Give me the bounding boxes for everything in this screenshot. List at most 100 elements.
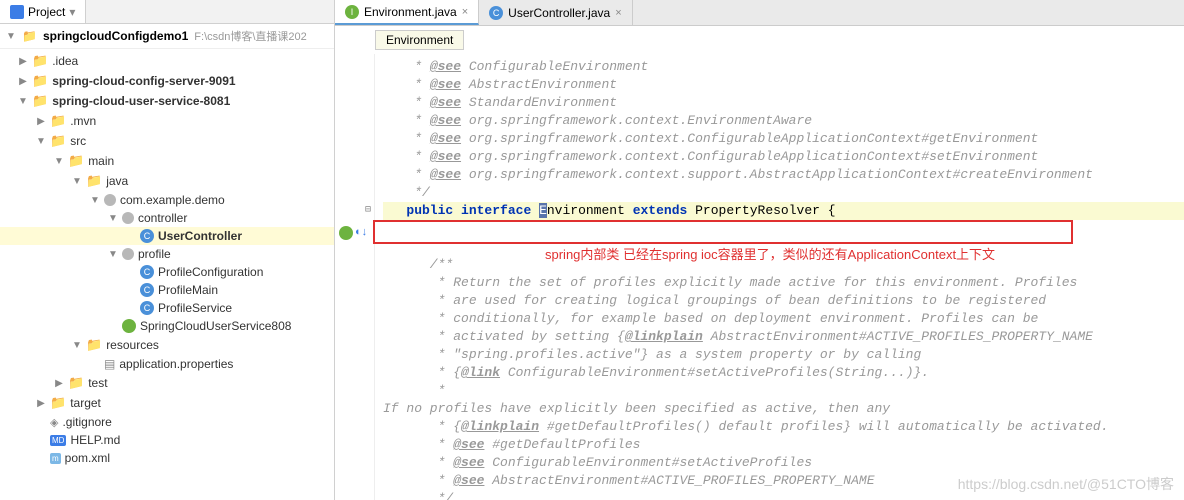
tree-item[interactable]: ▤application.properties <box>0 355 334 373</box>
override-icon[interactable] <box>339 226 353 240</box>
code-line: * @see org.springframework.context.Confi… <box>383 148 1184 166</box>
tree-item[interactable]: ▼📁src <box>0 131 334 151</box>
editor-tab[interactable]: CUserController.java× <box>479 0 632 25</box>
arrow-icon[interactable]: ▼ <box>90 195 100 206</box>
declaration-line: ⊟ public interface Environment extends P… <box>383 202 1184 220</box>
code-line: * conditionally, for example based on de… <box>383 310 1184 328</box>
tree-item[interactable]: ◈.gitignore <box>0 413 334 431</box>
tree-item-label: src <box>70 134 86 148</box>
class-icon: C <box>489 6 503 20</box>
editor-tabs: IEnvironment.java×CUserController.java× <box>335 0 1184 26</box>
close-icon[interactable]: × <box>615 7 621 19</box>
arrow-icon[interactable]: ▶ <box>18 56 28 67</box>
tree-item[interactable]: ▶📁spring-cloud-config-server-9091 <box>0 71 334 91</box>
tree-item-label: main <box>88 154 114 168</box>
editor: IEnvironment.java×CUserController.java× … <box>335 0 1184 500</box>
arrow-icon[interactable]: ▼ <box>36 136 46 147</box>
arrow-icon[interactable]: ▶ <box>36 398 46 409</box>
code-line: * @see org.springframework.context.Envir… <box>383 112 1184 130</box>
code-line: * @see ConfigurableEnvironment <box>383 58 1184 76</box>
arrow-icon[interactable]: ▼ <box>108 213 118 224</box>
project-root[interactable]: ▼ 📁 springcloudConfigdemo1 F:\csdn博客\直播课… <box>0 24 334 49</box>
tree-item[interactable]: ▶📁.mvn <box>0 111 334 131</box>
tree-item-label: SpringCloudUserService808 <box>140 319 291 333</box>
tree-item-label: target <box>70 396 101 410</box>
tree-item[interactable]: ▼profile <box>0 245 334 263</box>
tree-item[interactable]: mpom.xml <box>0 449 334 467</box>
arrow-icon[interactable]: ▼ <box>72 340 82 351</box>
close-icon[interactable]: × <box>462 6 468 18</box>
tree-item-label: .mvn <box>70 114 96 128</box>
tree-item[interactable]: CProfileConfiguration <box>0 263 334 281</box>
implementers-icon[interactable]: ◐↓ <box>355 226 367 240</box>
tree-item[interactable]: ▼📁resources <box>0 335 334 355</box>
project-icon <box>10 5 24 19</box>
code-line: * @see ConfigurableEnvironment#setActive… <box>383 454 1184 472</box>
annotation-text: spring内部类 已经在spring ioc容器里了，类似的还有Applica… <box>545 246 995 264</box>
tree-item[interactable]: ▼📁main <box>0 151 334 171</box>
interface-icon: I <box>345 5 359 19</box>
code-line: * are used for creating logical grouping… <box>383 292 1184 310</box>
code-line: * If no profiles have explicitly been sp… <box>383 382 1184 418</box>
tree-item-label: ProfileMain <box>158 283 218 297</box>
editor-tab[interactable]: I Environment.java × <box>335 0 479 25</box>
root-name: springcloudConfigdemo1 <box>43 29 188 43</box>
tree-item-label: resources <box>106 338 159 352</box>
tree-item[interactable]: CProfileMain <box>0 281 334 299</box>
arrow-icon[interactable]: ▼ <box>18 96 28 107</box>
arrow-icon[interactable]: ▶ <box>36 116 46 127</box>
tree-item-label: ProfileService <box>158 301 232 315</box>
tree-item-label: ProfileConfiguration <box>158 265 263 279</box>
tree-item[interactable]: CUserController <box>0 227 334 245</box>
highlight-box <box>373 220 1073 244</box>
tree-item-label: com.example.demo <box>120 193 225 207</box>
code-line: */ <box>383 184 1184 202</box>
tree-item[interactable]: ▼📁spring-cloud-user-service-8081 <box>0 91 334 111</box>
project-tree[interactable]: ▶📁.idea▶📁spring-cloud-config-server-9091… <box>0 49 334 500</box>
arrow-icon[interactable]: ▼ <box>108 249 118 260</box>
code-line: * @see AbstractEnvironment <box>383 76 1184 94</box>
tree-item-label: java <box>106 174 128 188</box>
code-line: * Return the set of profiles explicitly … <box>383 274 1184 292</box>
tab-label: Environment.java <box>364 5 457 19</box>
tree-item[interactable]: MDHELP.md <box>0 431 334 449</box>
tree-item[interactable]: ▶📁.idea <box>0 51 334 71</box>
tree-item-label: UserController <box>158 229 242 243</box>
tree-item-label: pom.xml <box>65 451 110 465</box>
tree-item[interactable]: CProfileService <box>0 299 334 317</box>
tree-item[interactable]: ▶📁target <box>0 393 334 413</box>
sidebar: Project ▾ ▼ 📁 springcloudConfigdemo1 F:\… <box>0 0 335 500</box>
arrow-icon[interactable]: ▶ <box>54 378 64 389</box>
arrow-icon[interactable]: ▼ <box>54 156 64 167</box>
tree-item[interactable]: ▼ controller <box>0 209 334 227</box>
code-line: * "spring.profiles.active"} as a system … <box>383 346 1184 364</box>
code-line: * @see AbstractEnvironment#ACTIVE_PROFIL… <box>383 472 1184 490</box>
dropdown-icon[interactable]: ▾ <box>69 5 75 19</box>
gutter: ◐↓ <box>335 54 375 500</box>
tree-item[interactable]: ▼ com.example.demo <box>0 191 334 209</box>
project-tab[interactable]: Project ▾ <box>0 0 86 23</box>
project-tab-label: Project <box>28 5 65 19</box>
tree-item[interactable]: SpringCloudUserService808 <box>0 317 334 335</box>
code-line: * @see StandardEnvironment <box>383 94 1184 112</box>
arrow-icon[interactable]: ▶ <box>18 76 28 87</box>
code-line: */ <box>383 490 1184 500</box>
tree-item[interactable]: ▶📁test <box>0 373 334 393</box>
tree-item-label: .gitignore <box>62 415 111 429</box>
code-line: * @see #getDefaultProfiles <box>383 436 1184 454</box>
tree-item-label: controller <box>138 211 187 225</box>
arrow-icon[interactable]: ▼ <box>72 176 82 187</box>
root-path: F:\csdn博客\直播课202 <box>194 28 306 44</box>
code-line: * {@linkplain #getDefaultProfiles() defa… <box>383 418 1184 436</box>
tree-item[interactable]: ▼📁java <box>0 171 334 191</box>
code-content[interactable]: spring内部类 已经在spring ioc容器里了，类似的还有Applica… <box>375 54 1184 500</box>
code-line: * @see org.springframework.context.suppo… <box>383 166 1184 184</box>
expand-icon[interactable]: ▼ <box>6 31 16 42</box>
tree-item-label: spring-cloud-user-service-8081 <box>52 94 230 108</box>
breadcrumb[interactable]: Environment <box>375 30 464 50</box>
folder-icon: 📁 <box>22 29 37 43</box>
tree-item-label: HELP.md <box>70 433 120 447</box>
code-line: * @see org.springframework.context.Confi… <box>383 130 1184 148</box>
tree-item-label: .idea <box>52 54 78 68</box>
tree-item-label: test <box>88 376 107 390</box>
